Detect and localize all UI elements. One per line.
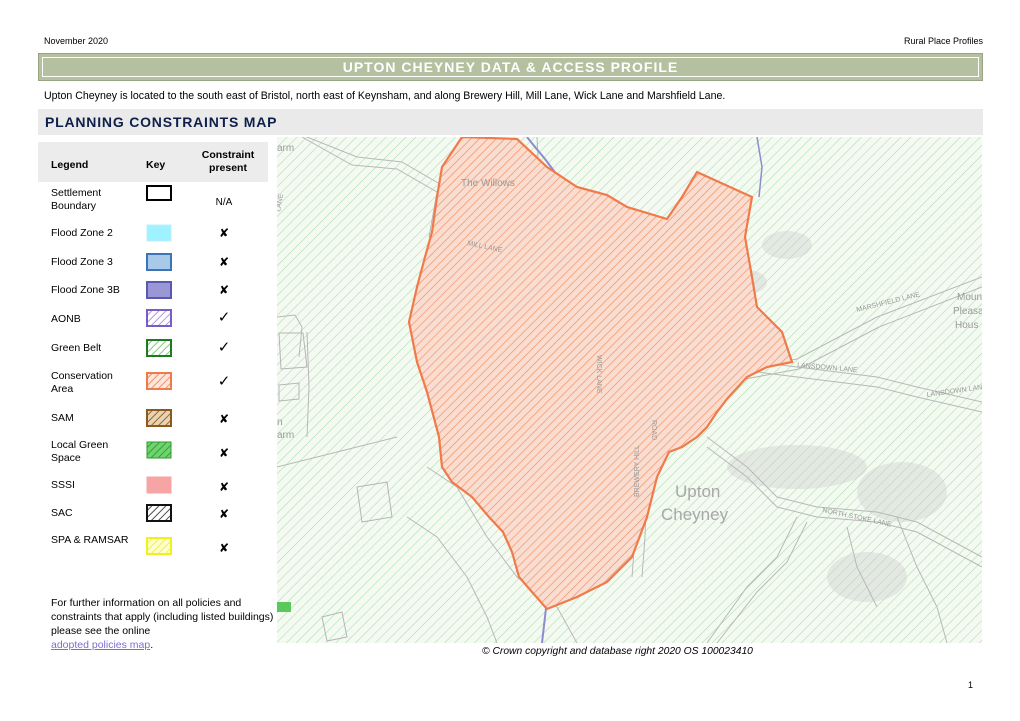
planning-constraints-map[interactable]: The Willows MILL LANE MARSHFIELD LANE LA… — [277, 137, 982, 643]
legend-label: Flood Zone 2 — [51, 227, 113, 239]
hatch-purple-key-icon — [146, 309, 172, 327]
copyright-notice: © Crown copyright and database right 202… — [482, 646, 753, 657]
legend-label: AONB — [51, 313, 81, 325]
section-bar: PLANNING CONSTRAINTS MAP — [38, 109, 983, 135]
map-label-farm-3: arm — [277, 430, 294, 441]
legend-col-present: Constraint present — [201, 149, 255, 174]
legend-label: Local Green Space — [51, 439, 109, 464]
legend-label: SAC — [51, 507, 73, 519]
intro-text: Upton Cheyney is located to the south ea… — [44, 90, 726, 102]
legend-present-value: ✘ — [218, 541, 230, 555]
link-suffix: . — [150, 639, 154, 651]
page-title: UPTON CHEYNEY DATA & ACCESS PROFILE — [342, 59, 679, 75]
legend-label: Settlement Boundary — [51, 187, 102, 212]
legend-row-aonb: AONB ✓ — [38, 309, 268, 331]
legend-present-value: ✘ — [218, 446, 230, 460]
local-green-patch — [277, 602, 291, 612]
map-label-road-mid: ROAD — [650, 420, 657, 440]
map-label-mount-2: Pleasa — [953, 306, 982, 317]
map-canvas: The Willows MILL LANE MARSHFIELD LANE LA… — [277, 137, 982, 643]
header-series: Rural Place Profiles — [903, 36, 983, 46]
hatch-green-key-icon — [146, 339, 172, 357]
legend-col-key: Key — [146, 159, 166, 171]
legend-present-value: ✘ — [218, 255, 230, 269]
adopted-policies-map-link[interactable]: adopted policies map — [51, 639, 150, 651]
hatch-brown-key-icon — [146, 409, 172, 427]
hatch-yellow-key-icon — [146, 537, 172, 555]
map-label-upton: Upton — [675, 482, 720, 501]
legend-row-local-green-space: Local Green Space ✘ — [38, 438, 268, 470]
header-date: November 2020 — [44, 36, 109, 46]
hatch-black-key-icon — [146, 504, 172, 522]
legend-present-value: N/A — [215, 197, 233, 208]
legend-present-value: ✘ — [218, 226, 230, 240]
legend-col-legend: Legend — [51, 159, 89, 171]
legend-row-green-belt: Green Belt ✓ — [38, 339, 268, 361]
legend-row-sac: SAC ✘ — [38, 504, 268, 526]
further-info-text: For further information on all policies … — [51, 596, 276, 652]
map-label-wick-lane: WICK LANE — [595, 355, 602, 394]
outline-black-key-icon — [146, 185, 172, 201]
section-title: PLANNING CONSTRAINTS MAP — [45, 114, 278, 130]
hatch-orange-key-icon — [146, 372, 172, 390]
legend-present-value: ✓ — [217, 309, 231, 326]
map-label-the-willows: The Willows — [461, 178, 515, 189]
legend-row-conservation-area: Conservation Area ✓ — [38, 369, 268, 401]
legend-panel: Legend Key Constraint present Settlement… — [38, 137, 278, 651]
map-label-farm-1: arm — [277, 143, 294, 154]
legend-label: SSSI — [51, 479, 75, 491]
legend-present-value: ✘ — [218, 283, 230, 297]
legend-header: Legend Key Constraint present — [38, 142, 268, 182]
title-bar: UPTON CHEYNEY DATA & ACCESS PROFILE — [38, 53, 983, 81]
further-info-body: For further information on all policies … — [51, 597, 274, 637]
map-label-mount-1: Moun — [957, 292, 982, 303]
map-label-brewery-hill: BREWERY HILL — [634, 445, 641, 497]
legend-row-flood-zone-2: Flood Zone 2 ✘ — [38, 224, 268, 246]
legend-label: Flood Zone 3 — [51, 256, 113, 268]
legend-label: Conservation Area — [51, 370, 113, 395]
legend-present-value: ✘ — [218, 480, 230, 494]
legend-row-sssi: SSSI ✘ — [38, 476, 268, 498]
legend-present-value: ✓ — [217, 339, 231, 356]
legend-row-settlement: Settlement Boundary N/A — [38, 185, 268, 217]
fill-pink-key-icon — [146, 476, 172, 494]
fill-light-cyan-key-icon — [146, 224, 172, 242]
fill-light-blue-key-icon — [146, 253, 172, 271]
legend-label: SPA & RAMSAR — [51, 534, 129, 546]
legend-label: SAM — [51, 412, 74, 424]
fill-purple-blue-key-icon — [146, 281, 172, 299]
legend-label: Green Belt — [51, 342, 102, 354]
legend-present-value: ✓ — [217, 373, 231, 390]
legend-present-value: ✘ — [218, 412, 230, 426]
map-label-farm-2: n — [277, 417, 283, 428]
page-number: 1 — [968, 680, 974, 690]
legend-row-spa-ramsar: SPA & RAMSAR ✘ — [38, 533, 268, 565]
legend-label: Flood Zone 3B — [51, 284, 120, 296]
legend-row-flood-zone-3: Flood Zone 3 ✘ — [38, 253, 268, 275]
hatch-dark-green-key-icon — [146, 441, 172, 459]
map-label-cheyney: Cheyney — [661, 505, 729, 524]
legend-present-value: ✘ — [218, 507, 230, 521]
map-label-mount-3: Hous — [955, 320, 978, 331]
legend-row-sam: SAM ✘ — [38, 409, 268, 431]
legend-row-flood-zone-3b: Flood Zone 3B ✘ — [38, 281, 268, 303]
